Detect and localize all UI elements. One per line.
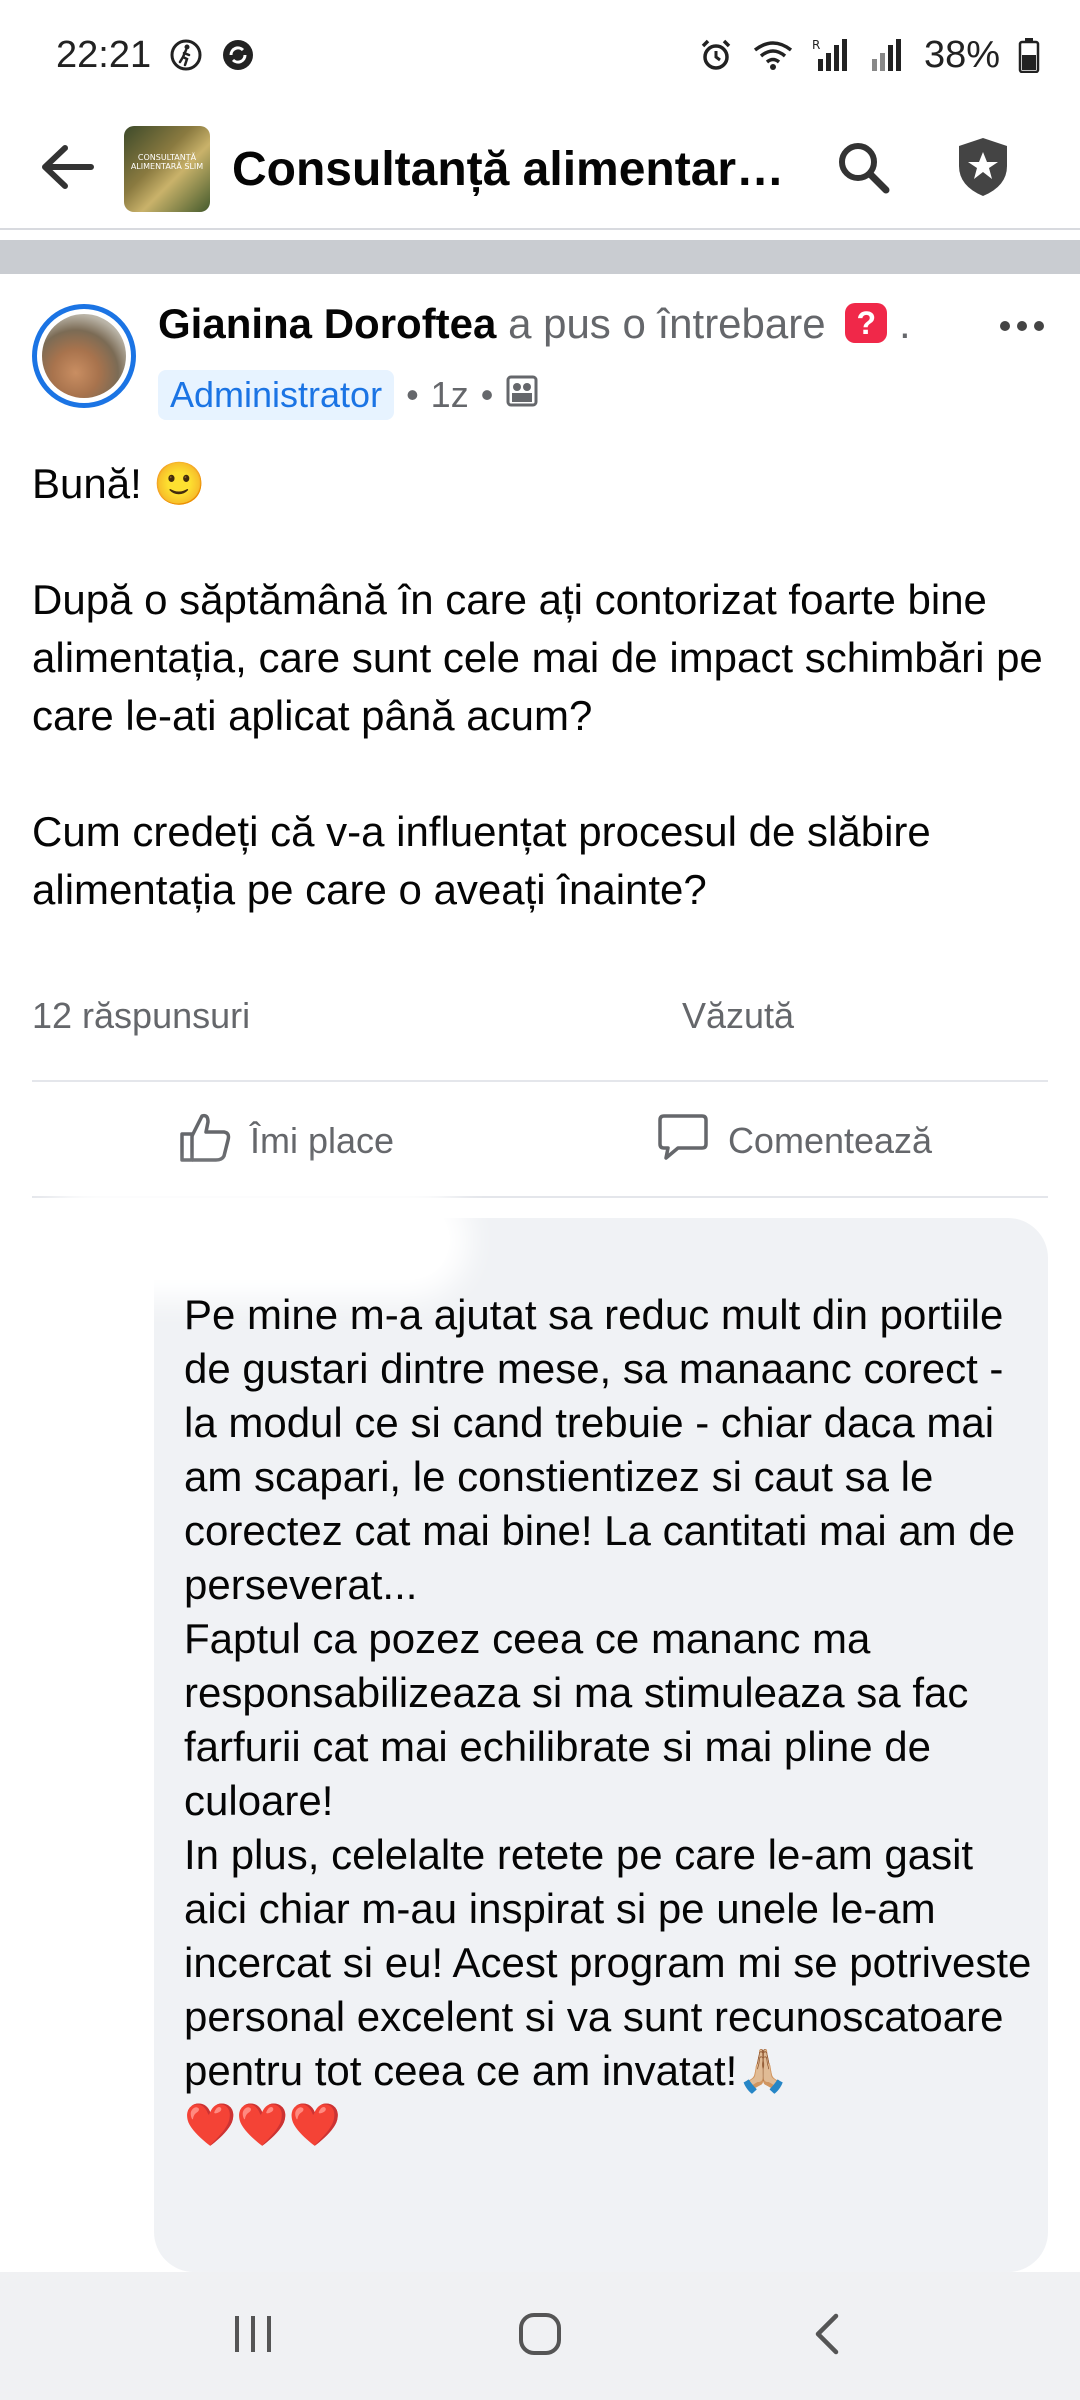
comment-icon — [656, 1110, 710, 1173]
post-actions: Îmi place Comentează — [32, 1082, 1048, 1200]
wifi-icon — [752, 38, 794, 72]
like-button[interactable]: Îmi place — [32, 1082, 540, 1200]
app-bar: CONSULTANȚĂ ALIMENTARĂ SLIM Consultanță … — [0, 110, 1080, 228]
post-stats: 12 răspunsuri Văzută — [32, 995, 1048, 1037]
shield-star-icon — [955, 136, 1011, 203]
like-label: Îmi place — [249, 1120, 395, 1161]
battery-percent: 38% — [923, 33, 1000, 76]
comment-hearts: ❤️❤️❤️ — [184, 2101, 341, 2148]
search-button[interactable] — [828, 134, 898, 204]
signal-icon — [870, 37, 906, 73]
comment-label: Comentează — [727, 1120, 933, 1161]
back-button[interactable] — [30, 134, 100, 204]
home-icon — [517, 2311, 563, 2362]
status-time: 22:21 — [56, 33, 152, 76]
post-header: Gianina Doroftea a pus o întrebare ? . A… — [32, 300, 1052, 430]
author-action: a pus o întrebare — [508, 300, 826, 347]
redacted-commenter-name — [60, 1200, 450, 1280]
group-title[interactable]: Consultanță alimentară... — [232, 142, 792, 197]
comment-text: Pe mine m-a ajutat sa reduc mult din por… — [184, 1288, 1034, 2152]
seen-by[interactable]: Văzută — [682, 995, 872, 1037]
signal-r-icon: R — [812, 37, 852, 73]
section-separator — [0, 240, 1080, 274]
post-paragraph: După o săptămână în care ați contorizat … — [32, 576, 1043, 739]
post-paragraph: Bună! 🙂 — [32, 460, 206, 507]
divider — [32, 1196, 1048, 1198]
more-options-button[interactable] — [992, 300, 1052, 350]
author-line: Gianina Doroftea a pus o întrebare ? . — [158, 300, 911, 348]
status-bar: 22:21 R 38% — [0, 0, 1080, 110]
meta-separator: • — [480, 374, 494, 415]
nav-back-icon — [812, 2312, 842, 2361]
author-avatar[interactable] — [32, 304, 136, 408]
alarm-icon — [698, 37, 734, 73]
group-privacy-icon — [505, 374, 539, 417]
comment-line: Pe mine m-a ajutat sa reduc mult din por… — [184, 1291, 1016, 1608]
header-separator — [0, 228, 1080, 230]
group-thumbnail[interactable]: CONSULTANȚĂ ALIMENTARĂ SLIM — [124, 126, 210, 212]
system-nav-bar — [0, 2272, 1080, 2400]
author-trailing-dot: . — [898, 300, 911, 347]
home-button[interactable] — [480, 2286, 600, 2386]
role-badge: Administrator — [158, 370, 395, 420]
post-time[interactable]: 1z — [431, 374, 469, 416]
search-icon — [834, 138, 892, 201]
status-right: R 38% — [698, 34, 1040, 77]
recent-apps-icon — [231, 2314, 275, 2359]
replies-count[interactable]: 12 răspunsuri — [32, 995, 250, 1037]
svg-text:R: R — [812, 38, 820, 52]
group-thumbnail-text: CONSULTANȚĂ ALIMENTARĂ SLIM — [130, 153, 204, 171]
post-body: Bună! 🙂 După o săptămână în care ați con… — [32, 455, 1052, 919]
more-dots-icon — [998, 298, 1046, 342]
question-icon: ? — [845, 303, 888, 343]
comment-button[interactable]: Comentează — [540, 1082, 1048, 1200]
system-back-button[interactable] — [767, 2286, 887, 2386]
back-arrow-icon — [35, 142, 95, 197]
author-name[interactable]: Gianina Doroftea — [158, 300, 496, 347]
sync-app-icon — [221, 38, 255, 72]
walking-icon — [169, 38, 203, 72]
meta-separator: • — [406, 374, 419, 415]
battery-icon — [1018, 37, 1040, 73]
admin-tools-button[interactable] — [948, 134, 1018, 204]
recent-apps-button[interactable] — [193, 2286, 313, 2386]
avatar-image — [42, 314, 126, 398]
comment-line: In plus, celelalte retete pe care le-am … — [184, 1831, 1032, 2094]
post-meta: Administrator • 1z • — [158, 370, 539, 420]
comment-line: Faptul ca pozez ceea ce mananc ma respon… — [184, 1615, 969, 1824]
status-left: 22:21 — [56, 34, 255, 77]
thumbs-up-icon — [178, 1110, 232, 1173]
post-paragraph: Cum credeți că v-a influențat procesul d… — [32, 808, 931, 913]
